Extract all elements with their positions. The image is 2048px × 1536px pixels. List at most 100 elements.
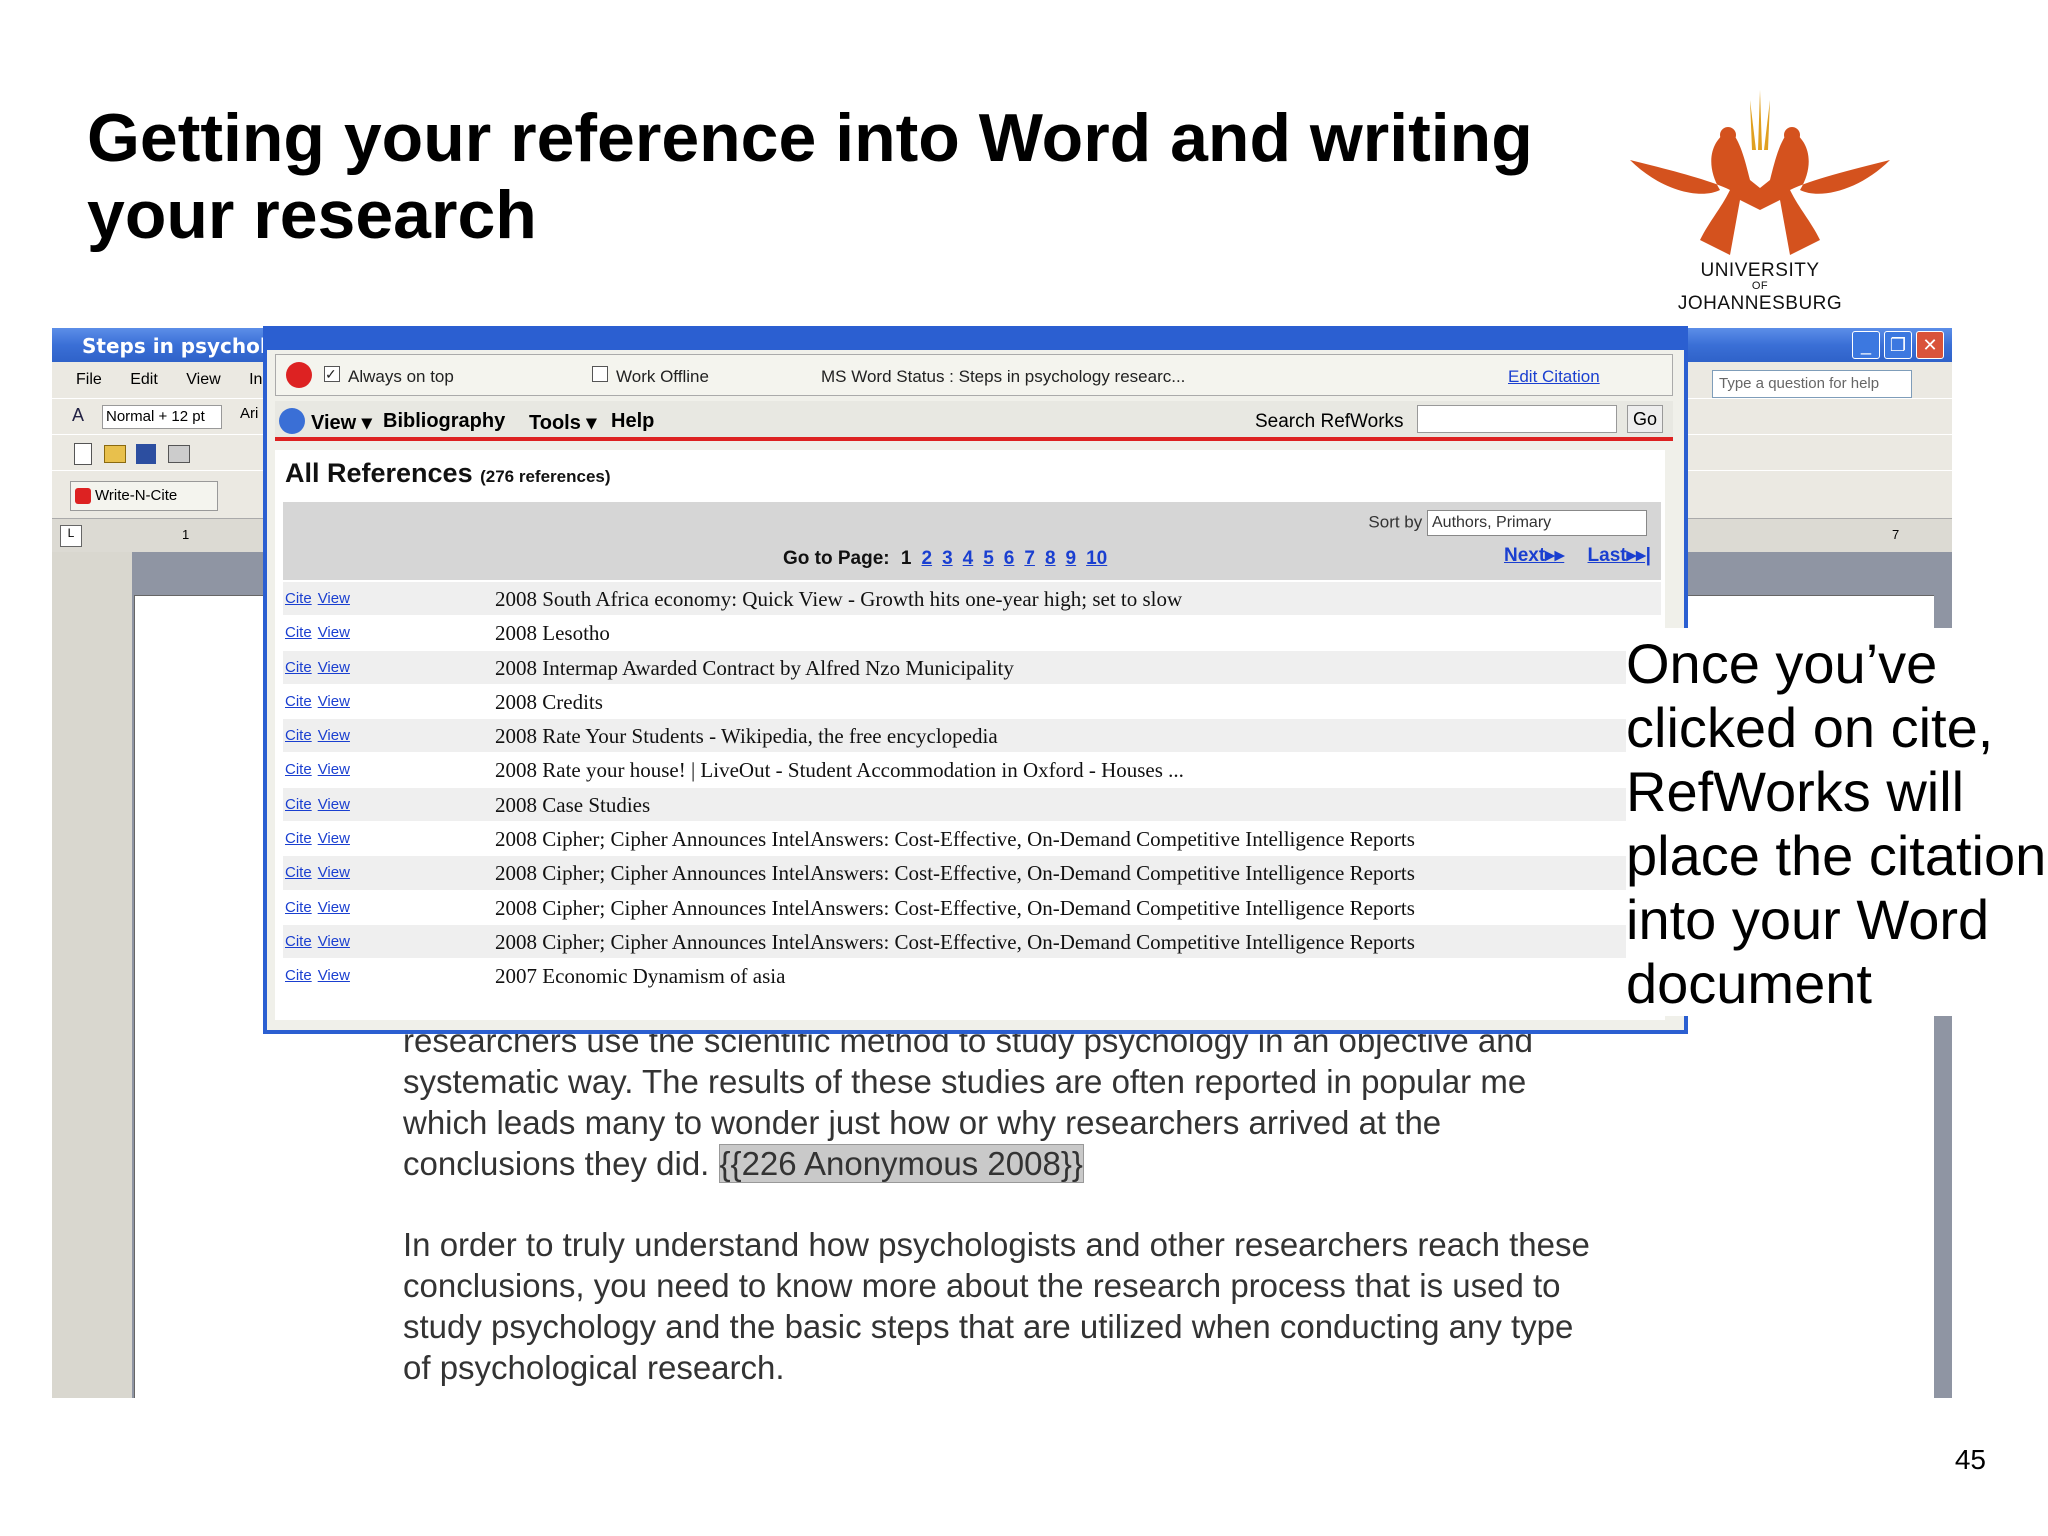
restore-icon[interactable]: ❐ (1884, 331, 1912, 359)
view-link[interactable]: View (318, 659, 350, 676)
last-link[interactable]: Last▸▸| (1588, 545, 1651, 566)
logo-line-of: OF (1751, 280, 1769, 292)
slide-title: Getting your reference into Word and wri… (87, 100, 1533, 253)
help-question-input[interactable]: Type a question for help (1712, 370, 1912, 398)
reference-count: (276 references) (480, 467, 611, 486)
print-icon[interactable] (168, 445, 190, 463)
view-link[interactable]: View (318, 864, 350, 881)
inserted-citation[interactable]: {{226 Anonymous 2008}} (718, 1144, 1084, 1183)
cite-view-links: Cite View (285, 590, 356, 607)
reference-title: 2008 Intermap Awarded Contract by Alfred… (495, 655, 1014, 680)
cite-link[interactable]: Cite (285, 933, 312, 950)
globe-icon (279, 408, 305, 434)
cite-view-links: Cite View (285, 727, 356, 744)
view-link[interactable]: View (318, 693, 350, 710)
view-link[interactable]: View (318, 967, 350, 984)
tab-selector-icon[interactable]: L (60, 525, 82, 547)
vertical-ruler[interactable] (52, 552, 132, 1398)
view-link[interactable]: View (318, 933, 350, 950)
page-number: 45 (1954, 1444, 1986, 1475)
all-references-heading: All References (276 references) (285, 458, 611, 488)
cite-link[interactable]: Cite (285, 727, 312, 744)
view-link[interactable]: View (318, 590, 350, 607)
page-link-5[interactable]: 5 (983, 548, 994, 569)
cite-link[interactable]: Cite (285, 659, 312, 676)
table-row: Cite View 2008 Rate your house! | LiveOut … (283, 753, 1661, 788)
doc-line-4-text: conclusions they did. (403, 1145, 710, 1182)
view-link[interactable]: View (318, 761, 350, 778)
logo-line-johannesburg: JOHANNESBURG (1677, 293, 1843, 314)
always-on-top-label: Always on top (348, 367, 454, 386)
reference-title: 2008 Cipher; Cipher Announces IntelAnswe… (495, 827, 1415, 852)
page-1: 1 (900, 548, 912, 569)
menu-bibliography[interactable]: Bibliography (383, 410, 505, 433)
open-icon[interactable] (104, 445, 126, 463)
cite-link[interactable]: Cite (285, 899, 312, 916)
pagination-bar: Sort by Authors, Primary Go to Page: 123… (283, 502, 1661, 580)
page-link-10[interactable]: 10 (1086, 548, 1107, 569)
menu-help[interactable]: Help (611, 410, 654, 433)
cite-view-links: Cite View (285, 830, 356, 847)
menu-tools[interactable]: Tools ▾ (529, 410, 596, 435)
new-icon[interactable] (74, 443, 92, 465)
reference-title: 2008 Lesotho (495, 621, 610, 646)
cite-link[interactable]: Cite (285, 830, 312, 847)
page-link-4[interactable]: 4 (963, 548, 974, 569)
callout-text: Once you’ve clicked on cite, RefWorks wi… (1626, 628, 2048, 1016)
cite-view-links: Cite View (285, 761, 356, 778)
menu-edit[interactable]: Edit (130, 371, 158, 388)
cite-view-links: Cite View (285, 967, 356, 984)
writencite-button[interactable]: Write-N-Cite (70, 481, 218, 511)
sort-select[interactable]: Authors, Primary (1427, 510, 1647, 536)
view-link[interactable]: View (318, 727, 350, 744)
next-last-links: Next▸▸ Last▸▸| (1486, 544, 1651, 567)
doc-para2-line-3: study psychology and the basic steps tha… (403, 1308, 1574, 1345)
styles-icon[interactable]: A (72, 405, 84, 426)
view-link[interactable]: View (318, 796, 350, 813)
page-link-2[interactable]: 2 (921, 548, 932, 569)
go-button[interactable]: Go (1627, 405, 1663, 433)
menu-view-writencite[interactable]: View ▾ (311, 410, 372, 435)
cite-link[interactable]: Cite (285, 624, 312, 641)
doc-line-2: systematic way. The results of these stu… (403, 1063, 1527, 1100)
cite-link[interactable]: Cite (285, 967, 312, 984)
cite-link[interactable]: Cite (285, 864, 312, 881)
reference-title: 2008 South Africa economy: Quick View - … (495, 587, 1183, 611)
work-offline-checkbox[interactable] (592, 366, 608, 382)
cite-link[interactable]: Cite (285, 796, 312, 813)
view-link[interactable]: View (318, 899, 350, 916)
ruler-mark-right: 7 (1892, 527, 1900, 542)
next-link[interactable]: Next▸▸ (1504, 545, 1564, 566)
always-on-top-checkbox[interactable]: ✓ (324, 366, 340, 382)
font-box[interactable]: Ari (240, 405, 258, 422)
writencite-menu-bar: View ▾ Bibliography Tools ▾ Help Search … (275, 401, 1673, 441)
page-link-3[interactable]: 3 (942, 548, 953, 569)
view-link[interactable]: View (318, 830, 350, 847)
page-link-8[interactable]: 8 (1045, 548, 1056, 569)
work-offline-label: Work Offline (616, 367, 709, 386)
menu-view[interactable]: View (186, 371, 220, 388)
search-refworks-input[interactable] (1417, 405, 1617, 433)
edit-citation-link[interactable]: Edit Citation (1508, 367, 1600, 387)
view-link[interactable]: View (318, 624, 350, 641)
minimize-icon[interactable]: _ (1852, 331, 1880, 359)
save-icon[interactable] (136, 444, 156, 464)
cite-view-links: Cite View (285, 864, 356, 881)
cite-view-links: Cite View (285, 899, 356, 916)
page-link-9[interactable]: 9 (1066, 548, 1077, 569)
cite-view-links: Cite View (285, 693, 356, 710)
cite-link[interactable]: Cite (285, 693, 312, 710)
table-row: Cite View 2008 Cipher; Cipher Announces In… (283, 822, 1661, 857)
refworks-logo-icon (286, 362, 312, 388)
style-box[interactable]: Normal + 12 pt (102, 405, 222, 429)
close-icon[interactable]: ✕ (1916, 331, 1944, 359)
menu-file[interactable]: File (76, 371, 102, 388)
doc-para2-line-1: In order to truly understand how psychol… (403, 1226, 1590, 1263)
reference-list: Cite View 2008 South Africa economy: Quick… (283, 582, 1661, 994)
page-link-6[interactable]: 6 (1004, 548, 1015, 569)
reference-title: 2008 Cipher; Cipher Announces IntelAnswe… (495, 895, 1415, 920)
cite-link[interactable]: Cite (285, 761, 312, 778)
table-row: Cite View 2008 Cipher; Cipher Announces In… (283, 891, 1661, 925)
page-link-7[interactable]: 7 (1024, 548, 1035, 569)
cite-link[interactable]: Cite (285, 590, 312, 607)
